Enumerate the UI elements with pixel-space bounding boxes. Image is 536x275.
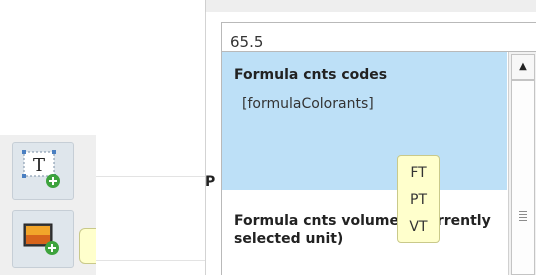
suggestion-item[interactable]: PT [398,187,439,214]
add-image-button[interactable] [12,210,74,268]
suggestion-item[interactable]: VT [398,214,439,241]
svg-text:T: T [33,155,45,176]
header-strip [205,0,536,12]
grid-line [205,0,206,275]
image-add-icon [23,223,59,255]
grip-line [519,217,527,218]
field-dropdown: Formula cnts codes [formulaColorants] Fo… [221,52,536,275]
dropdown-option-selected[interactable]: Formula cnts codes [formulaColorants] [222,52,507,190]
scroll-thumb[interactable] [511,80,535,275]
add-text-button[interactable]: T [12,142,74,200]
grid-line [96,260,206,261]
dropdown-option-code: [formulaColorants] [242,96,374,112]
text-add-icon: T [22,150,60,188]
dropdown-option-title: Formula cnts codes [234,67,388,83]
suggestion-item[interactable]: FT [398,160,439,187]
grip-line [519,220,527,221]
dropdown-option[interactable]: Formula cnts volumes (currently selected… [234,212,504,248]
scroll-up-icon[interactable]: ▲ [511,54,535,80]
grid-line [96,176,206,177]
column-header-fragment: P [205,174,216,190]
grip-line [519,214,527,215]
suggestion-popup: FT PT VT [397,155,440,243]
value-input[interactable] [221,22,536,52]
dropdown-scrollbar[interactable]: ▲ [508,52,536,275]
grip-line [519,211,527,212]
